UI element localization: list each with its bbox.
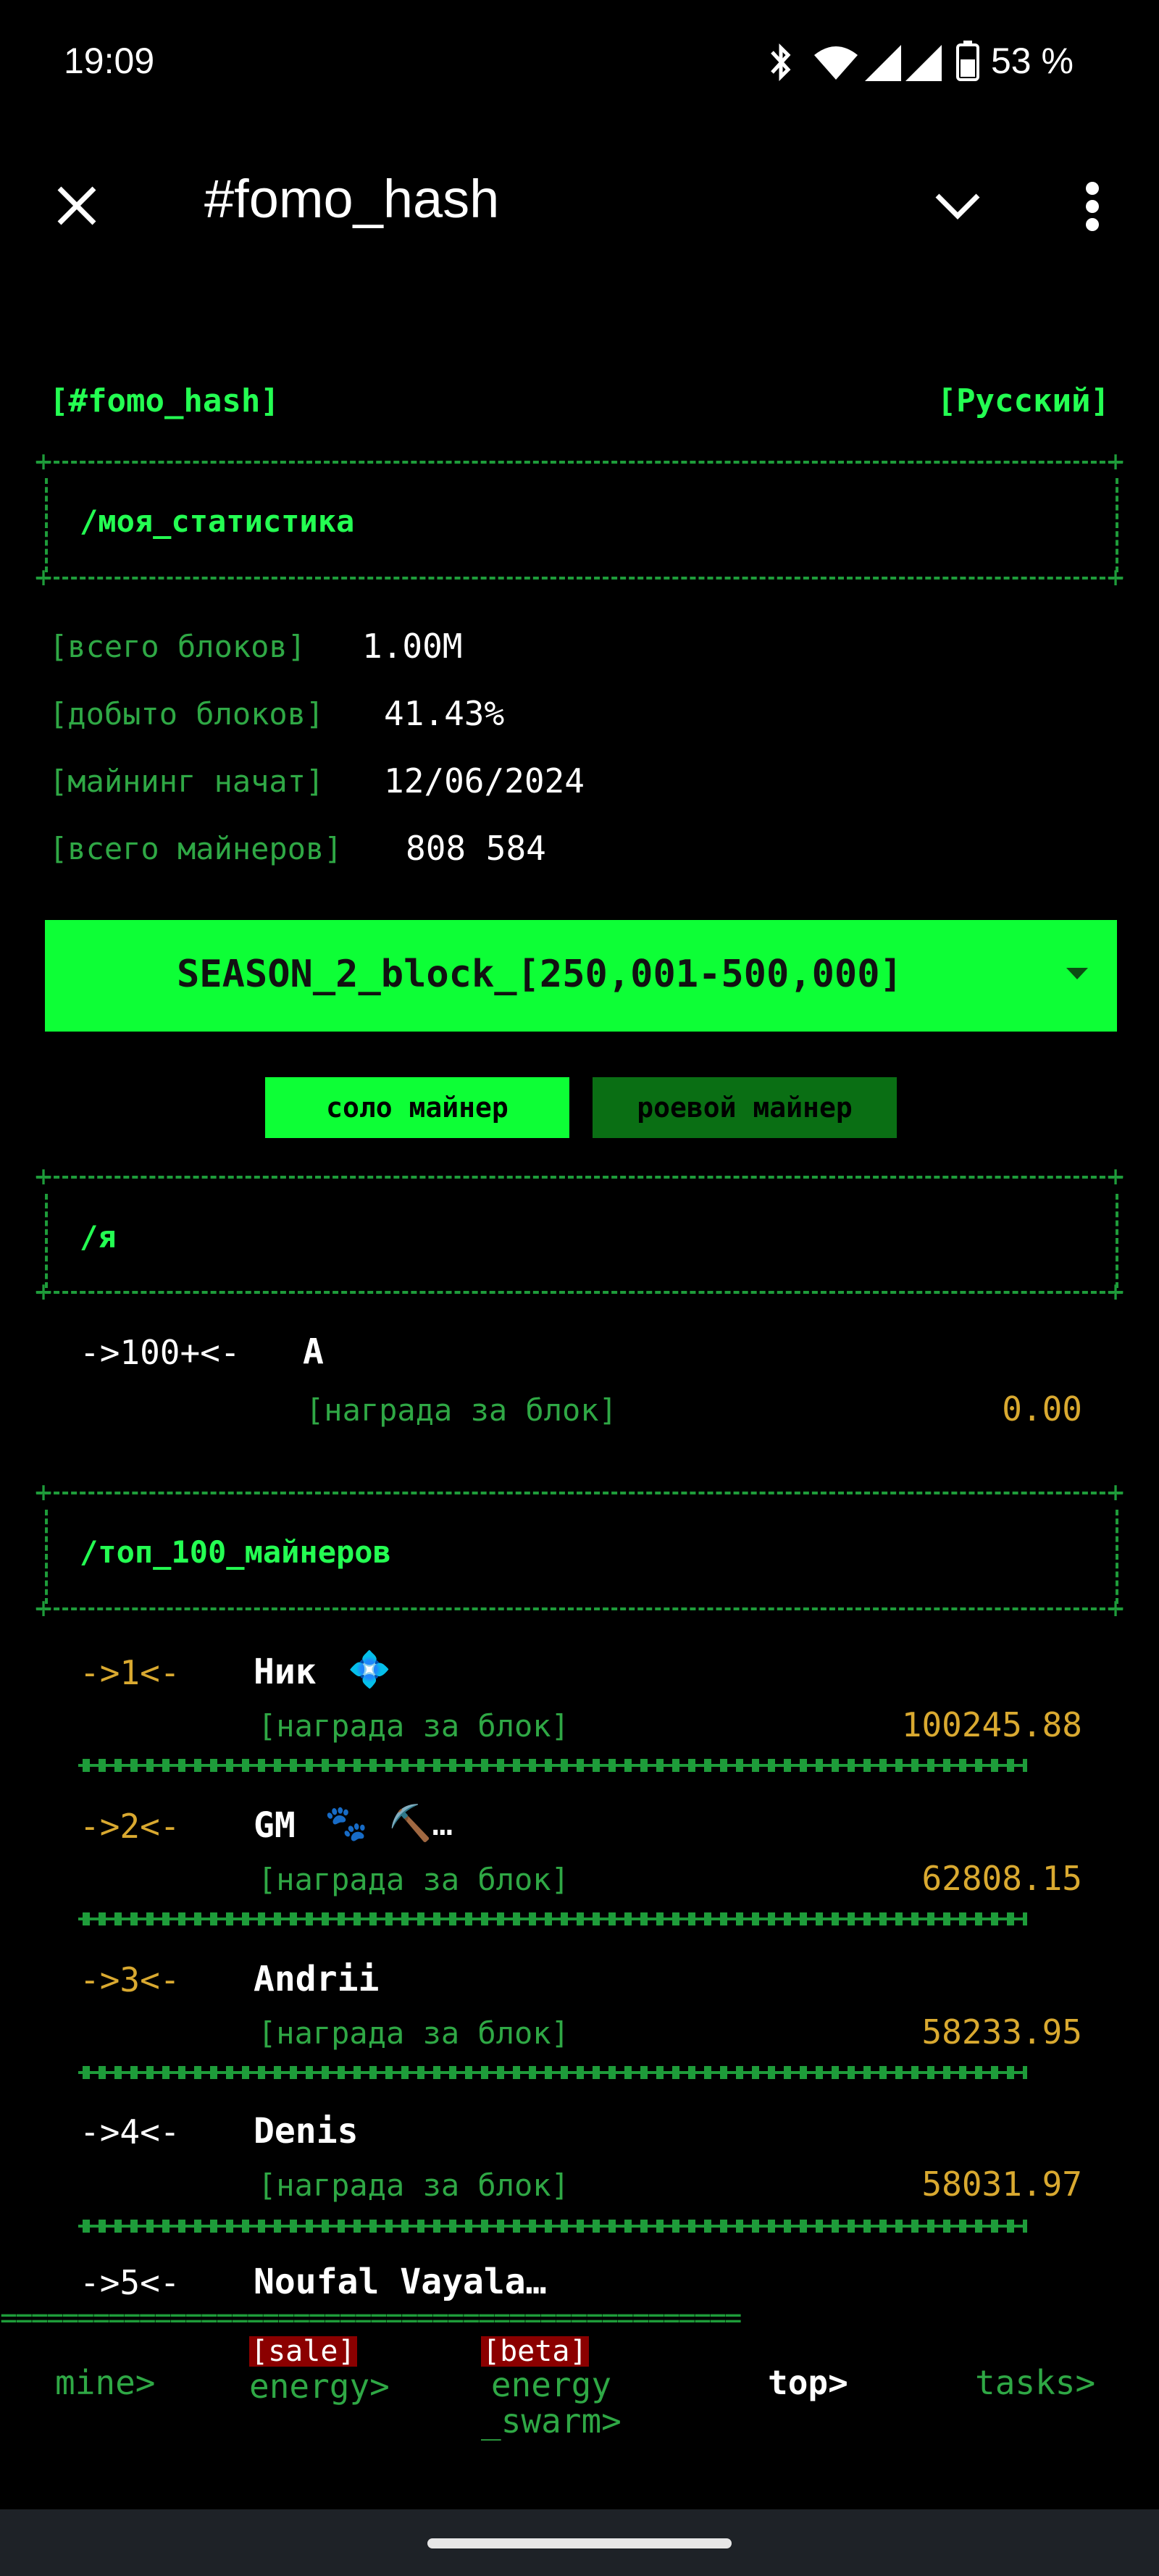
nav-top[interactable]: top> [768, 2363, 848, 2402]
app-title: #fomo_hash [204, 169, 500, 229]
nav-mine[interactable]: mine> [55, 2363, 155, 2402]
stat-value: 1.00M [362, 627, 463, 666]
miner-rank: ->1<- [80, 1653, 180, 1692]
miner-name: Ник [254, 1652, 317, 1692]
nav-energy-swarm[interactable]: [beta] energy _swarm> [481, 2336, 622, 2439]
miner-reward-label: [награда за блок] [258, 2015, 569, 2051]
miner-name: Denis [254, 2111, 359, 2151]
miner-rank: ->3<- [80, 1960, 180, 1999]
miner-rank: ->5<- [80, 2263, 180, 2302]
miner-rank: ->4<- [80, 2112, 180, 2151]
me-title: /я [80, 1219, 117, 1255]
bluetooth-icon [766, 42, 795, 83]
bottom-nav: ========================================… [0, 2304, 1159, 2506]
stat-value: 808 584 [406, 829, 546, 868]
row-divider [78, 2220, 1027, 2233]
my-rank: ->100+<- [80, 1333, 240, 1372]
nav-top-label: top> [768, 2363, 848, 2402]
battery-percent: 53 % [991, 41, 1074, 81]
nav-energy[interactable]: [sale] energy> [249, 2336, 390, 2406]
miner-rank: ->2<- [80, 1807, 180, 1846]
solo-miner-label: соло майнер [326, 1092, 509, 1124]
nav-mine-label: mine> [55, 2363, 156, 2402]
system-nav-bar [0, 2509, 1159, 2576]
battery-icon [956, 41, 979, 81]
nav-separator: ========================================… [0, 2304, 742, 2333]
dropdown-arrow-icon [1066, 968, 1088, 981]
season-dropdown-label: SEASON_2_block_[250,001-500,000] [177, 953, 903, 996]
stat-value: 12/06/2024 [384, 761, 585, 800]
miner-reward-label: [награда за блок] [258, 2167, 569, 2203]
signal-icon-1 [865, 45, 901, 81]
beta-badge: [beta] [481, 2335, 589, 2368]
my-name: A [303, 1331, 324, 1372]
miner-name: Andrіі [254, 1959, 380, 1999]
status-time: 19:09 [64, 41, 155, 81]
solo-miner-tab[interactable]: соло майнер [265, 1077, 569, 1138]
my-reward-value: 0.00 [1002, 1389, 1082, 1429]
row-divider [78, 1912, 1027, 1925]
miner-reward-label: [награда за блок] [258, 1862, 569, 1897]
miner-reward-label: [награда за блок] [258, 1708, 569, 1744]
my-reward-label: [награда за блок] [306, 1392, 617, 1428]
wifi-icon [813, 45, 859, 81]
row-divider [78, 2066, 1027, 2079]
miner-reward-value: 58031.97 [921, 2165, 1082, 2204]
swarm-miner-label: роевой майнер [637, 1092, 853, 1124]
miner-reward-value: 62808.15 [921, 1859, 1082, 1898]
nav-tasks[interactable]: tasks> [975, 2363, 1095, 2402]
nav-energy-swarm-label: energy _swarm> [481, 2365, 622, 2441]
miner-name: Noufal Vayala… [254, 2262, 547, 2302]
chevron-down-icon[interactable] [933, 191, 982, 220]
signal-icon-2 [905, 45, 942, 81]
stat-value: 41.43% [384, 694, 505, 733]
swarm-miner-tab[interactable]: роевой майнер [593, 1077, 897, 1138]
top-title: /топ_100_майнеров [80, 1534, 391, 1570]
nav-tasks-label: tasks> [975, 2363, 1096, 2402]
nav-energy-label: energy> [249, 2367, 390, 2406]
stat-label: [добыто блоков] [49, 696, 325, 732]
miner-reward-value: 58233.95 [921, 2012, 1082, 2052]
miner-emoji: 💠 [348, 1649, 391, 1690]
miner-name: GM [254, 1805, 296, 1846]
more-vert-icon[interactable] [1084, 181, 1101, 232]
sale-badge: [sale] [249, 2335, 357, 2368]
miner-emoji: 🐾 ⛏️… [325, 1803, 453, 1844]
close-icon[interactable] [55, 184, 99, 227]
season-dropdown[interactable]: SEASON_2_block_[250,001-500,000] [45, 920, 1117, 1032]
home-handle[interactable] [427, 2538, 732, 2548]
language-selector[interactable]: [Русский] [937, 382, 1110, 419]
stat-label: [всего блоков] [49, 629, 306, 664]
stat-label: [майнинг начат] [49, 764, 325, 799]
my-stats-title: /моя_статистика [80, 503, 355, 539]
stat-label: [всего майнеров] [49, 831, 343, 866]
channel-tag[interactable]: [#fomo_hash] [49, 382, 280, 419]
row-divider [78, 1759, 1027, 1772]
miner-reward-value: 100245.88 [901, 1705, 1082, 1744]
